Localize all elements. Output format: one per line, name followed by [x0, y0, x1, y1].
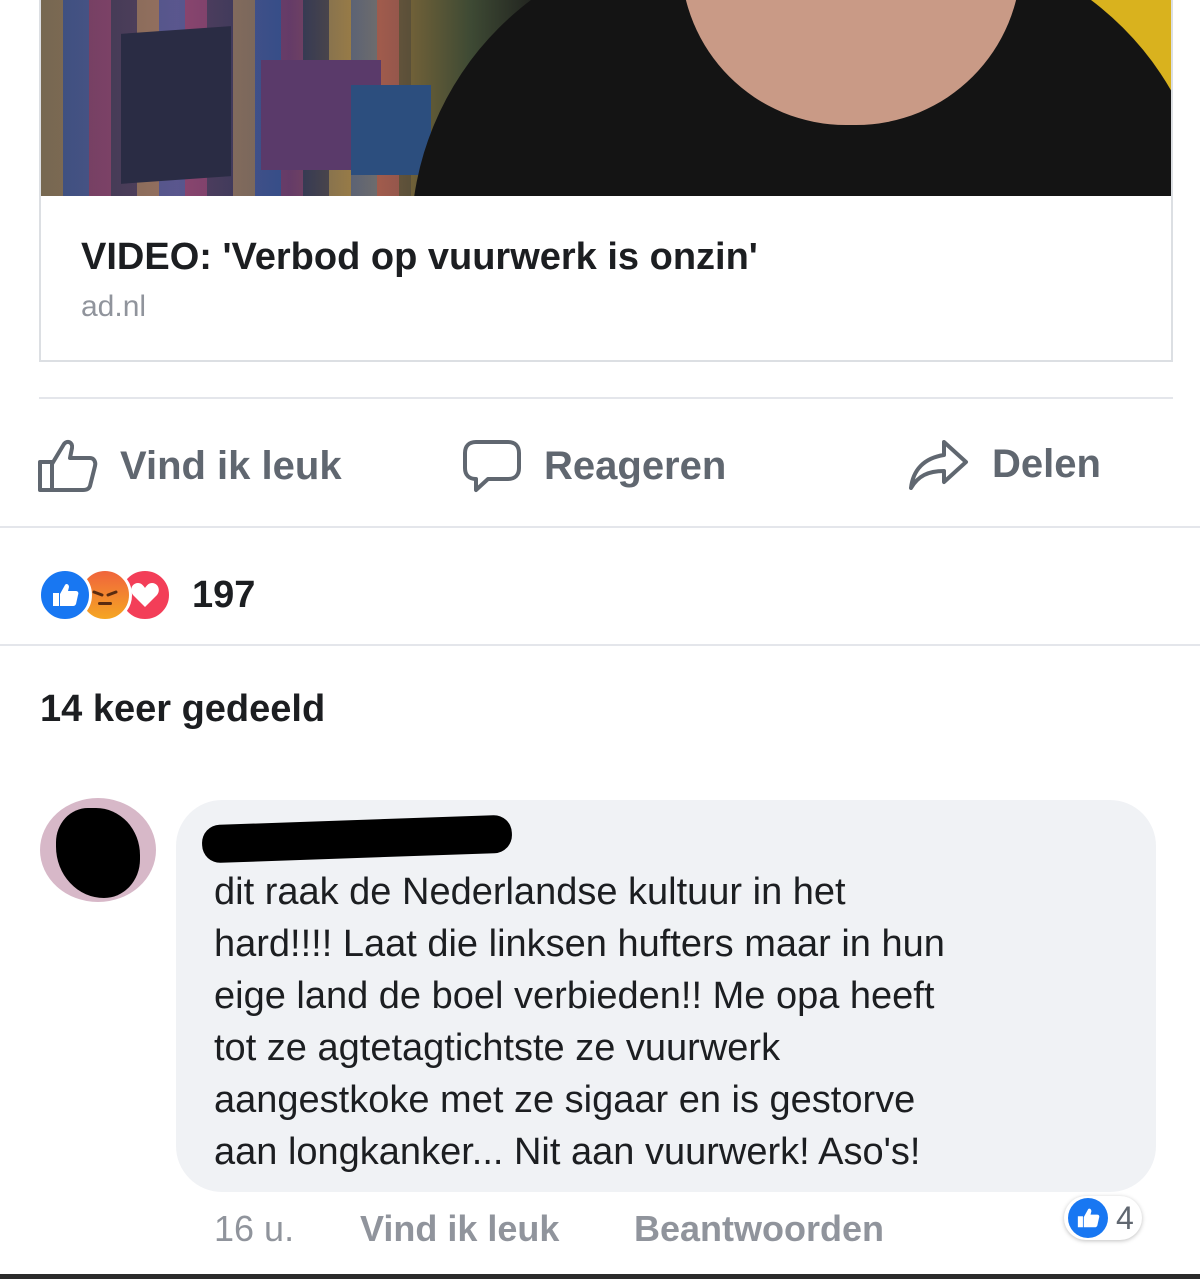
reaction-count: 197: [192, 573, 256, 616]
comment-like-count: 4: [1116, 1199, 1134, 1236]
comment-timestamp[interactable]: 16 u.: [214, 1208, 294, 1250]
like-reaction-icon: [38, 568, 92, 622]
link-preview-card[interactable]: VIDEO: 'Verbod op vuurwerk is onzin' ad.…: [39, 0, 1173, 362]
redaction-scribble: [56, 808, 140, 898]
like-reaction-icon: [1068, 1198, 1108, 1238]
share-button[interactable]: Delen: [908, 438, 1101, 490]
like-label: Vind ik leuk: [120, 443, 342, 488]
thumbnail-box: [121, 26, 231, 184]
comment-reply-button[interactable]: Beantwoorden: [634, 1208, 884, 1250]
comment-text: dit raak de Nederlandse kultuur in het h…: [214, 871, 945, 1173]
comment-button[interactable]: Reageren: [462, 438, 726, 494]
video-thumbnail[interactable]: [41, 0, 1171, 196]
comment-reaction-badge[interactable]: 4: [1064, 1196, 1142, 1240]
shares-count[interactable]: 14 keer gedeeld: [40, 688, 325, 731]
comment-label: Reageren: [544, 443, 727, 488]
link-title[interactable]: VIDEO: 'Verbod op vuurwerk is onzin': [81, 236, 758, 279]
thumbs-up-icon: [36, 438, 98, 494]
post-action-bar: Vind ik leuk Reageren Delen: [0, 400, 1200, 525]
reactions-summary[interactable]: 197: [38, 568, 255, 622]
speech-bubble-icon: [462, 438, 522, 494]
comment-like-button[interactable]: Vind ik leuk: [360, 1208, 559, 1250]
divider: [0, 526, 1200, 528]
bottom-edge: [0, 1274, 1200, 1279]
divider: [0, 644, 1200, 646]
share-label: Delen: [992, 441, 1101, 486]
commenter-avatar[interactable]: [40, 798, 156, 902]
divider: [39, 397, 1173, 399]
thumbnail-box: [351, 85, 431, 175]
share-arrow-icon: [908, 438, 970, 490]
like-button[interactable]: Vind ik leuk: [36, 438, 342, 494]
link-domain: ad.nl: [81, 290, 147, 323]
